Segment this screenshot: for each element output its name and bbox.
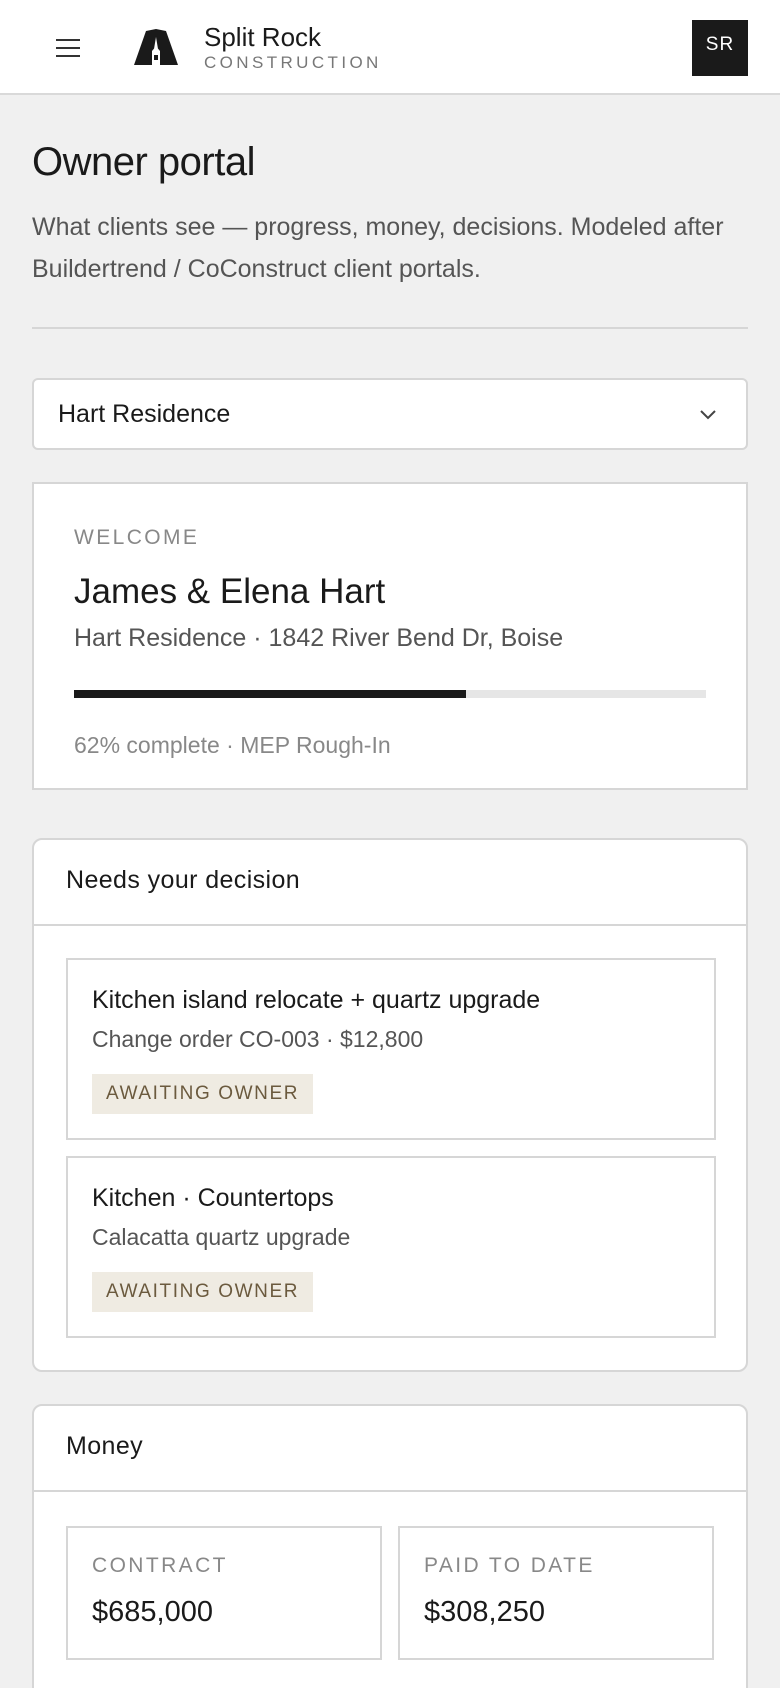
decision-title: Kitchen · Countertops (92, 1184, 334, 1212)
client-name: James & Elena Hart (74, 572, 386, 611)
paid-to-date-stat: PAID TO DATE $308,250 (398, 1526, 714, 1660)
decisions-panel: Needs your decision Kitchen island reloc… (32, 838, 748, 1372)
paid-to-date-value: $308,250 (424, 1596, 545, 1628)
hamburger-menu-icon[interactable] (52, 33, 84, 63)
status-badge: AWAITING OWNER (92, 1272, 314, 1312)
status-badge: AWAITING OWNER (92, 1074, 314, 1114)
decision-title: Kitchen island relocate + quartz upgrade (92, 986, 541, 1014)
decisions-panel-header: Needs your decision (34, 840, 746, 926)
welcome-card: WELCOME James & Elena Hart Hart Residenc… (32, 482, 748, 790)
progress-text: 62% complete · MEP Rough-In (74, 732, 391, 758)
money-panel-header: Money (34, 1406, 746, 1492)
contract-label: CONTRACT (92, 1554, 228, 1577)
progress-bar-fill (74, 690, 466, 698)
welcome-label: WELCOME (74, 526, 200, 549)
page-title: Owner portal (32, 140, 255, 184)
project-address: Hart Residence · 1842 River Bend Dr, Boi… (74, 624, 564, 652)
decision-item[interactable]: Kitchen island relocate + quartz upgrade… (66, 958, 716, 1140)
decision-subtitle: Change order CO-003 · $12,800 (92, 1026, 424, 1052)
page-description: What clients see — progress, money, deci… (32, 213, 724, 283)
brand-name: Split Rock (204, 22, 322, 52)
top-bar: Split Rock CONSTRUCTION SR (0, 0, 780, 95)
money-panel-title: Money (66, 1432, 144, 1460)
user-avatar[interactable]: SR (692, 20, 748, 76)
project-select-value: Hart Residence (58, 400, 231, 428)
brand-subtitle: CONSTRUCTION (204, 53, 382, 72)
contract-stat: CONTRACT $685,000 (66, 1526, 382, 1660)
money-panel: Money CONTRACT $685,000 PAID TO DATE $30… (32, 1404, 748, 1688)
progress-bar (74, 690, 706, 698)
decision-subtitle: Calacatta quartz upgrade (92, 1224, 351, 1250)
chevron-down-icon (700, 410, 716, 420)
paid-to-date-label: PAID TO DATE (424, 1554, 595, 1577)
contract-value: $685,000 (92, 1596, 213, 1628)
project-select[interactable]: Hart Residence (32, 378, 748, 450)
divider (32, 327, 748, 329)
split-rock-logo-icon[interactable] (132, 27, 180, 67)
decision-item[interactable]: Kitchen · Countertops Calacatta quartz u… (66, 1156, 716, 1338)
decisions-panel-title: Needs your decision (66, 866, 301, 894)
